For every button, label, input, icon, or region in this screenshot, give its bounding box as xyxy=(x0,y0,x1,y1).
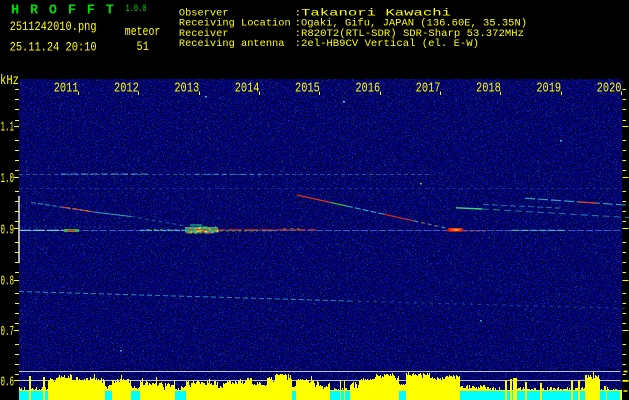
svg-text:2014: 2014 xyxy=(235,80,260,96)
svg-text:2511242010.png: 2511242010.png xyxy=(10,19,97,35)
svg-text:2011: 2011 xyxy=(54,80,79,96)
svg-text:0.9: 0.9 xyxy=(1,222,14,238)
svg-text:2013: 2013 xyxy=(174,80,199,96)
svg-text:2019: 2019 xyxy=(536,80,561,96)
svg-text:2el-HB9CV Vertical (el. E-W): 2el-HB9CV Vertical (el. E-W) xyxy=(301,38,479,50)
svg-text:2018: 2018 xyxy=(476,80,501,96)
svg-text:0.7: 0.7 xyxy=(1,324,14,340)
svg-text:0.6: 0.6 xyxy=(1,374,14,390)
svg-text:1.0.0: 1.0.0 xyxy=(126,3,147,15)
svg-text:meteor: meteor xyxy=(125,24,161,40)
svg-text:2016: 2016 xyxy=(355,80,380,96)
svg-text:1.1: 1.1 xyxy=(1,119,14,135)
svg-text:25.11.24 20:10: 25.11.24 20:10 xyxy=(10,39,97,55)
svg-text:2012: 2012 xyxy=(114,80,139,96)
svg-text:2017: 2017 xyxy=(416,80,441,96)
svg-text:51: 51 xyxy=(137,39,149,55)
svg-text:H R O F F T: H R O F F T xyxy=(11,3,114,18)
svg-text:2015: 2015 xyxy=(295,80,320,96)
svg-text:kHz: kHz xyxy=(0,73,19,89)
svg-text:0.8: 0.8 xyxy=(1,273,14,289)
svg-text:1.0: 1.0 xyxy=(1,171,14,187)
svg-text::: : xyxy=(295,38,301,50)
svg-text:2020: 2020 xyxy=(597,80,622,96)
svg-text:Receiving antenna: Receiving antenna xyxy=(179,38,285,50)
